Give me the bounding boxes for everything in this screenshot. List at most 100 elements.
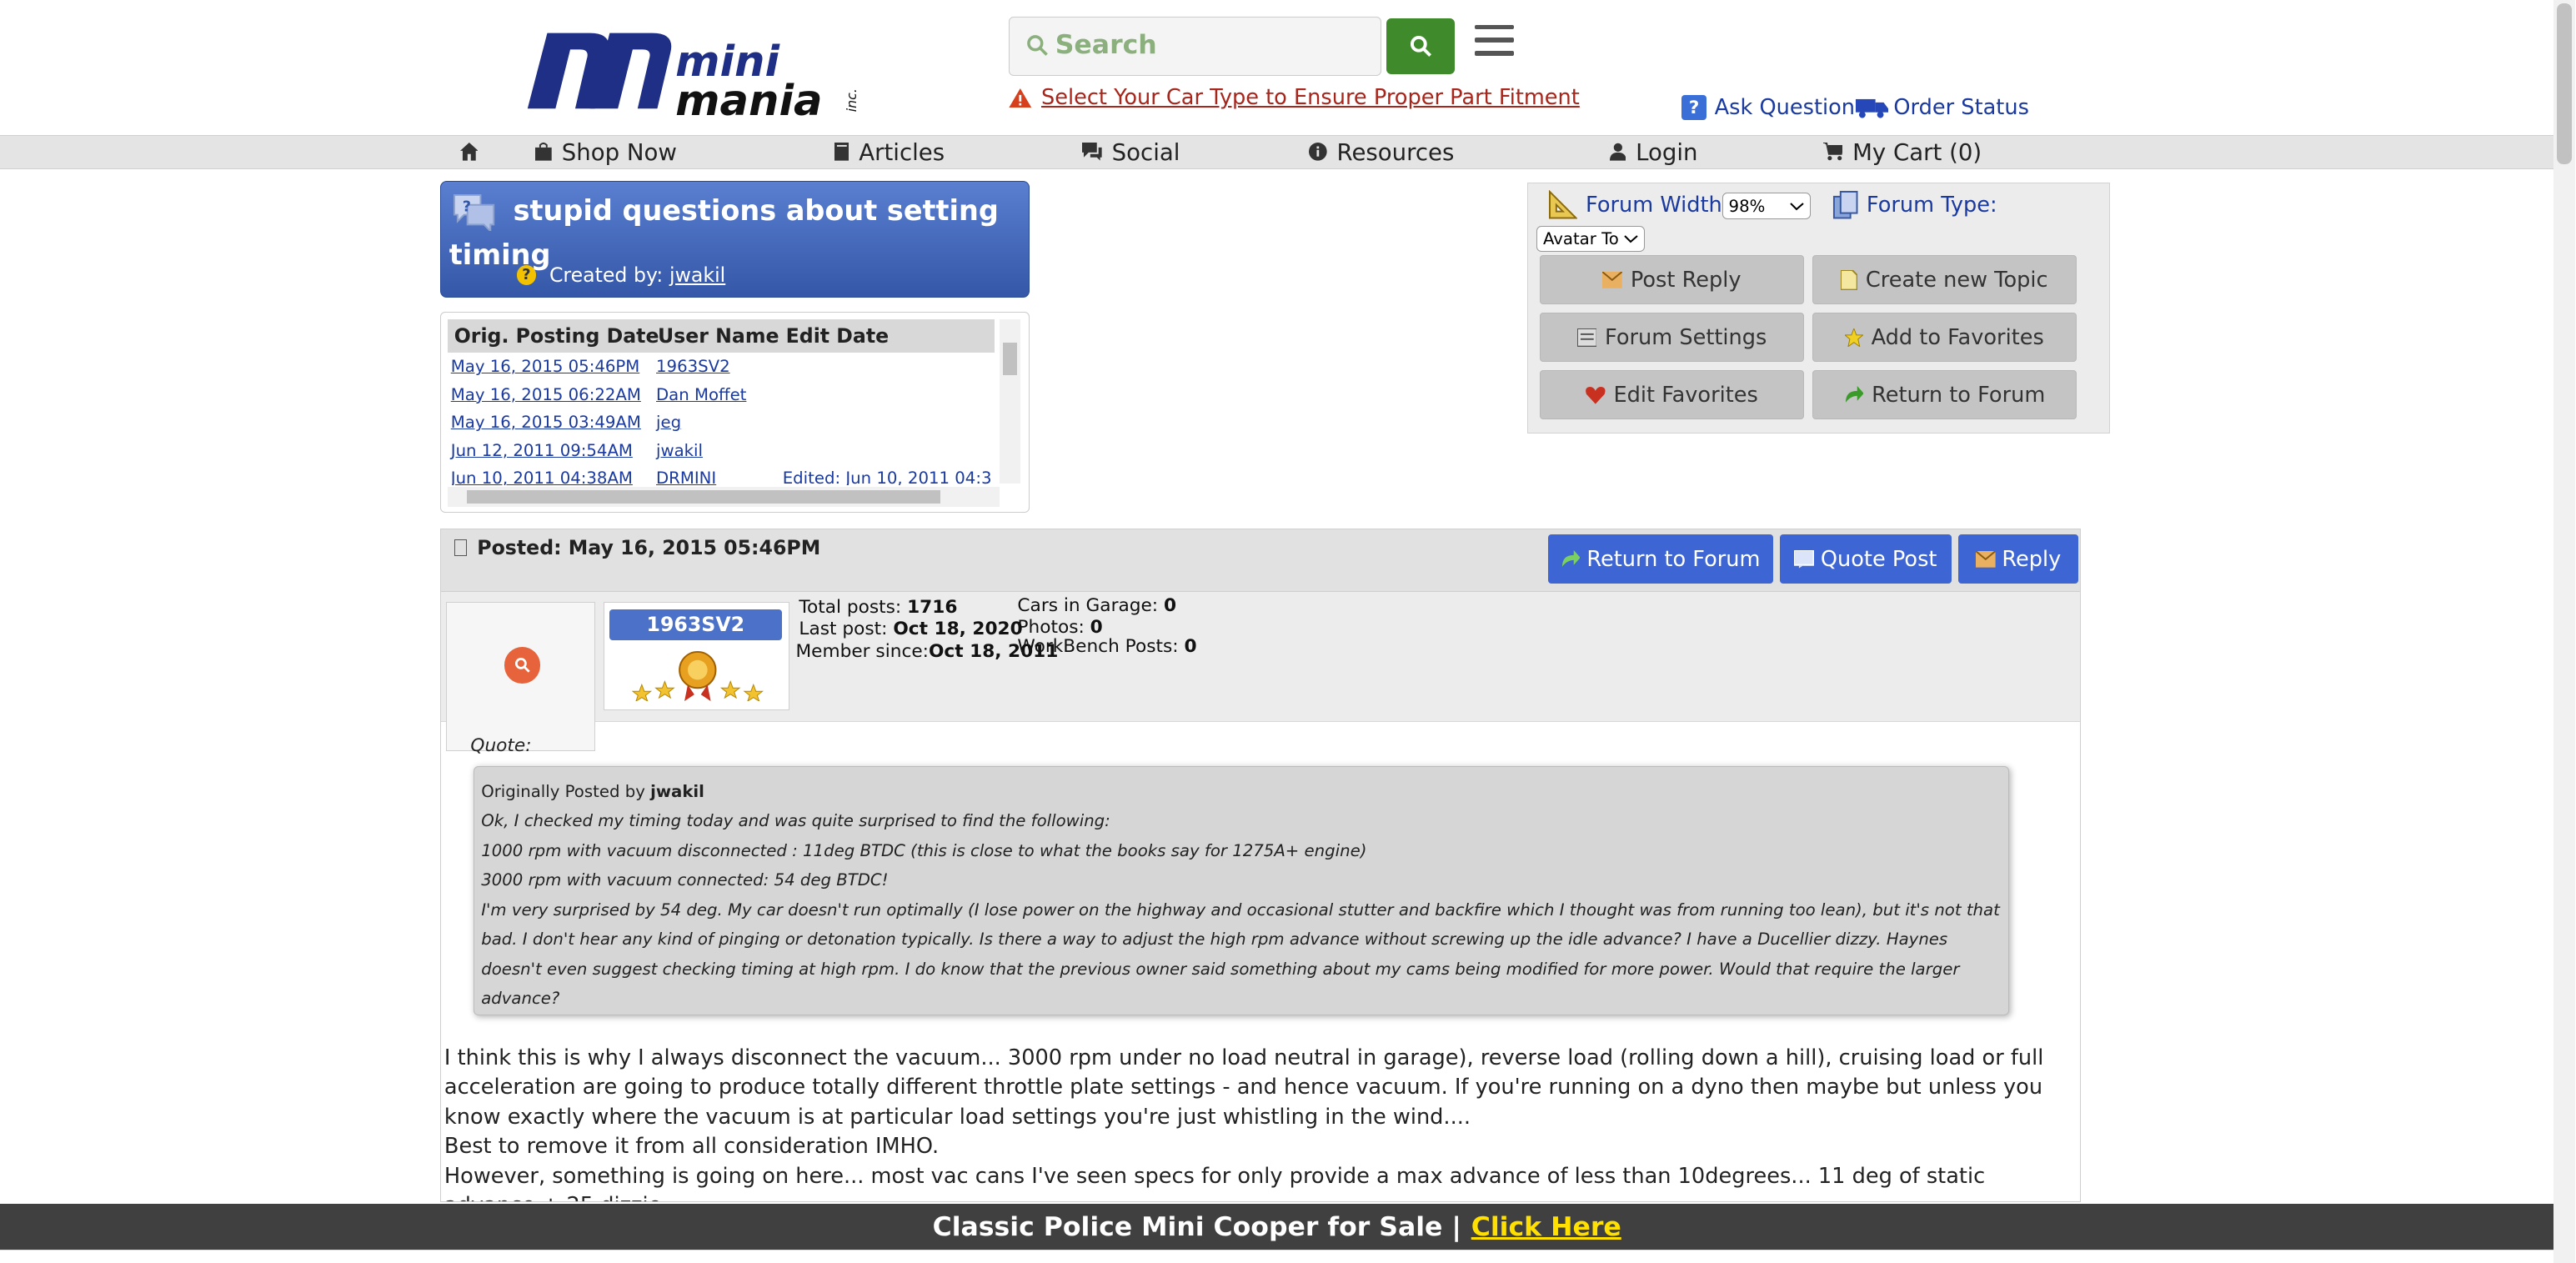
photos-count: Photos: 0 (1017, 616, 1103, 638)
forum-width-select[interactable]: 98% (1722, 193, 1811, 219)
col-user-name[interactable]: User Name (658, 324, 779, 348)
order-status-link[interactable]: Order Status (1856, 95, 2029, 120)
post-header: Posted: May 16, 2015 05:46PM Return to F… (440, 529, 2080, 593)
created-by-label: Created by: (549, 263, 664, 288)
smiley-icon: ? (516, 265, 537, 285)
forum-settings-button[interactable]: Forum Settings (1539, 313, 1805, 363)
post-date-link[interactable]: May 16, 2015 06:22AM (451, 385, 641, 404)
fitment-notice: Select Your Car Type to Ensure Proper Pa… (1008, 85, 1580, 110)
quote-block: Originally Posted by jwakil Ok, I checke… (474, 766, 2010, 1016)
post-date-link[interactable]: Jun 12, 2011 09:54AM (451, 441, 633, 460)
cart-icon (1822, 143, 1843, 161)
nav-shop-now[interactable]: Shop Now (535, 136, 677, 168)
user-info-strip: 1963SV2 Total posts: 1716 Last post: Oct… (440, 592, 2080, 752)
nav-cart[interactable]: My Cart (0) (1822, 136, 1982, 168)
post-date-link[interactable]: May 16, 2015 03:49AM (451, 413, 641, 432)
creator-link[interactable]: jwakil (669, 263, 725, 287)
forum-post: Posted: May 16, 2015 05:46PM Return to F… (439, 529, 2081, 1203)
menu-icon[interactable] (1475, 24, 1515, 61)
reply-envelope-icon (1975, 550, 1996, 568)
nav-social-label: Social (1111, 138, 1180, 166)
page-scrollbar[interactable] (2553, 0, 2575, 1263)
post-date-link[interactable]: May 16, 2015 05:46PM (451, 357, 639, 376)
book-icon (834, 143, 849, 162)
reply-label: Reply (2002, 546, 2062, 572)
topic-header: ? stupid questions about setting timing … (439, 180, 1030, 298)
truck-icon (1856, 99, 1889, 119)
nav-home[interactable] (459, 136, 479, 168)
search-box[interactable] (1008, 16, 1381, 76)
avatar-zoom-icon[interactable] (504, 647, 541, 684)
post-date-link[interactable]: Jun 10, 2011 04:38AM (451, 469, 633, 485)
posted-label: Posted: May 16, 2015 05:46PM (477, 536, 821, 560)
svg-text:inc.: inc. (843, 88, 859, 112)
post-username[interactable]: 1963SV2 (609, 609, 782, 641)
table-row[interactable]: Jun 10, 2011 04:38AM DRMINI Edited: Jun … (451, 469, 1010, 485)
question-icon: ? (1681, 95, 1706, 121)
ruler-icon (1548, 189, 1578, 218)
search-input[interactable] (1051, 23, 1372, 67)
post-user-link[interactable]: 1963SV2 (656, 357, 730, 376)
cars-in-garage: Cars in Garage: 0 (1017, 595, 1177, 617)
table-row[interactable]: May 16, 2015 05:46PM 1963SV2 (451, 357, 1010, 383)
fitment-link[interactable]: Select Your Car Type to Ensure Proper Pa… (1041, 85, 1580, 110)
table-vertical-scrollbar[interactable] (999, 319, 1021, 484)
post-reply-button[interactable]: Post Reply (1539, 255, 1805, 305)
posts-index-table: Orig. Posting Date User Name Edit Date M… (439, 312, 1030, 513)
promo-link[interactable]: Click Here (1471, 1212, 1621, 1242)
nav-resources-label: Resources (1336, 138, 1455, 166)
mini-mania-logo[interactable]: mini mania inc. (518, 13, 871, 125)
reply-button[interactable]: Reply (1958, 534, 2079, 584)
col-edit-date[interactable]: Edit Date (786, 324, 890, 348)
search-button[interactable] (1386, 18, 1456, 74)
post-user-link[interactable]: jeg (656, 413, 681, 432)
table-row[interactable]: May 16, 2015 03:49AM jeg (451, 413, 1010, 439)
nav-articles[interactable]: Articles (834, 136, 945, 168)
post-user-link[interactable]: DRMINI (656, 469, 716, 485)
nav-articles-label: Articles (859, 138, 945, 166)
post-return-to-forum-button[interactable]: Return to Forum (1547, 534, 1773, 584)
workbench-posts: WorkBench Posts: 0 (1017, 636, 1197, 658)
quote-line: 3000 rpm with vacuum connected: 54 deg B… (481, 870, 889, 890)
order-status-label: Order Status (1893, 95, 2029, 121)
user-icon (1609, 143, 1626, 162)
avatar[interactable] (445, 602, 596, 752)
info-icon (1309, 143, 1327, 162)
ask-question-link[interactable]: ? Ask Question (1681, 95, 1855, 120)
post-user-link[interactable]: jwakil (656, 441, 703, 460)
main-nav: Shop Now Articles Social Resources Login… (0, 134, 2554, 169)
quote-line: Ok, I checked my timing today and was qu… (481, 811, 1110, 831)
settings-icon (1576, 328, 1597, 347)
forum-type-select[interactable]: Avatar Top (1536, 225, 1645, 253)
add-favorites-button[interactable]: Add to Favorites (1812, 313, 2077, 363)
return-to-forum-button[interactable]: Return to Forum (1812, 370, 2077, 420)
nav-resources[interactable]: Resources (1309, 136, 1454, 168)
forum-width-label: Forum Width: (1586, 193, 1730, 218)
promo-banner: Classic Police Mini Cooper for Sale | Cl… (0, 1204, 2554, 1250)
edit-favorites-button[interactable]: Edit Favorites (1539, 370, 1805, 420)
page: mini mania inc. Select Your Car Type to … (0, 0, 2575, 1263)
nav-social[interactable]: Social (1082, 136, 1180, 168)
quote-line: I'm very surprised by 54 deg. My car doe… (481, 900, 2000, 1008)
quote-line: 1000 rpm with vacuum disconnected : 11de… (481, 840, 1367, 860)
forum-tools-panel: Forum Width: 98% Forum Type: Avatar Top … (1527, 182, 2111, 434)
post-date: Posted: May 16, 2015 05:46PM (454, 536, 821, 560)
table-horizontal-scrollbar[interactable] (447, 487, 1000, 507)
quote-post-button[interactable]: Quote Post (1779, 534, 1952, 584)
table-row[interactable]: Jun 12, 2011 09:54AM jwakil (451, 441, 1010, 468)
reply-envelope-icon (1602, 272, 1623, 288)
return-arrow-icon (1561, 549, 1581, 569)
search-icon (1027, 35, 1049, 57)
edit-favorites-label: Edit Favorites (1613, 382, 1758, 408)
nav-cart-label: My Cart (0) (1852, 138, 1982, 166)
return-to-forum-label: Return to Forum (1872, 382, 2046, 408)
search-icon (1411, 36, 1432, 58)
create-topic-button[interactable]: Create new Topic (1812, 255, 2077, 305)
document-icon (454, 539, 468, 557)
new-document-icon (1841, 270, 1858, 290)
table-row[interactable]: May 16, 2015 06:22AM Dan Moffet (451, 385, 1010, 412)
col-orig-posting-date[interactable]: Orig. Posting Date (454, 324, 659, 348)
nav-login[interactable]: Login (1609, 136, 1698, 168)
post-paragraph: Best to remove it from all consideration… (444, 1134, 940, 1160)
post-user-link[interactable]: Dan Moffet (656, 385, 746, 404)
